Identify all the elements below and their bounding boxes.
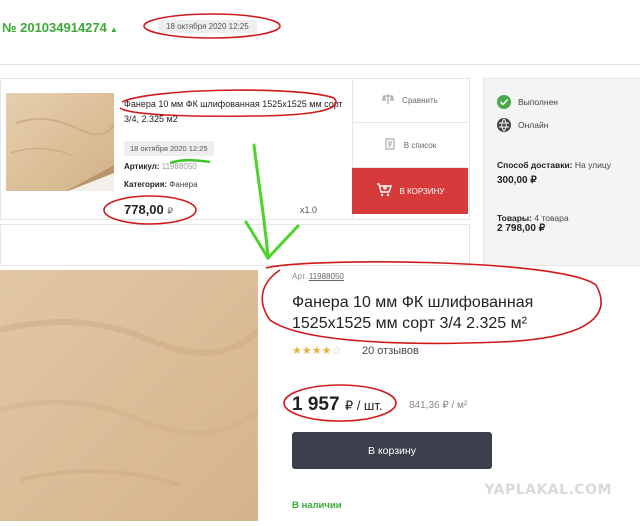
product-article: Арт. 11988050 [292, 272, 344, 281]
status-done: Выполнен [497, 95, 558, 109]
order-number[interactable]: № 201034914274 ▲ [2, 20, 118, 35]
item-price: 778,00 ₽ [124, 202, 174, 217]
item-category: Категория: Фанера [124, 180, 198, 189]
check-circle-icon [497, 95, 511, 109]
product-title: Фанера 10 мм ФК шлифованная 1525x1525 мм… [292, 294, 534, 332]
price-per-sqm: 841,36 ₽ / м² [409, 400, 468, 411]
wishlist-button[interactable]: В список [352, 123, 468, 168]
list-icon [384, 138, 396, 152]
delivery-info: Способ доставки: На улицу 300,00 ₽ [497, 160, 612, 186]
status-online: Онлайн [497, 118, 548, 132]
product-photo[interactable] [0, 270, 261, 521]
star-icon: ★★★ [292, 345, 322, 357]
goods-info: Товары: 4 товара 2 798,00 ₽ [497, 213, 569, 234]
item-name[interactable]: Фанера 10 мм ФК шлифованная 1525x1525 мм… [124, 97, 344, 127]
item-date: 18 октября 2020 12:25 [124, 141, 214, 156]
buy-button[interactable]: В корзину [292, 432, 492, 469]
reviews-link[interactable]: 20 отзывов [362, 345, 419, 357]
add-to-cart-button[interactable]: В КОРЗИНУ [352, 168, 468, 214]
empty-star-icon: ☆ [331, 345, 342, 357]
order-date: 18 октября 2020 12:25 [158, 20, 257, 33]
half-star-icon: ★ [321, 345, 332, 357]
item-article: Артикул: 11988050 [124, 162, 197, 171]
divider [0, 64, 640, 65]
globe-icon [497, 118, 511, 132]
stock-status: В наличии [292, 500, 342, 511]
cart-icon [376, 183, 392, 199]
product-thumbnail[interactable] [6, 93, 115, 191]
item-quantity: x1.0 [300, 205, 318, 215]
next-item-card [0, 224, 470, 266]
compare-button[interactable]: Сравнить [352, 78, 468, 123]
caret-up-icon: ▲ [109, 25, 118, 34]
product-price: 1 957 ₽ / шт. [292, 394, 383, 415]
watermark: YAPLAKAL.COM [484, 482, 612, 498]
rating-stars[interactable]: ★★★★☆ [292, 344, 341, 357]
scales-icon [381, 93, 395, 107]
